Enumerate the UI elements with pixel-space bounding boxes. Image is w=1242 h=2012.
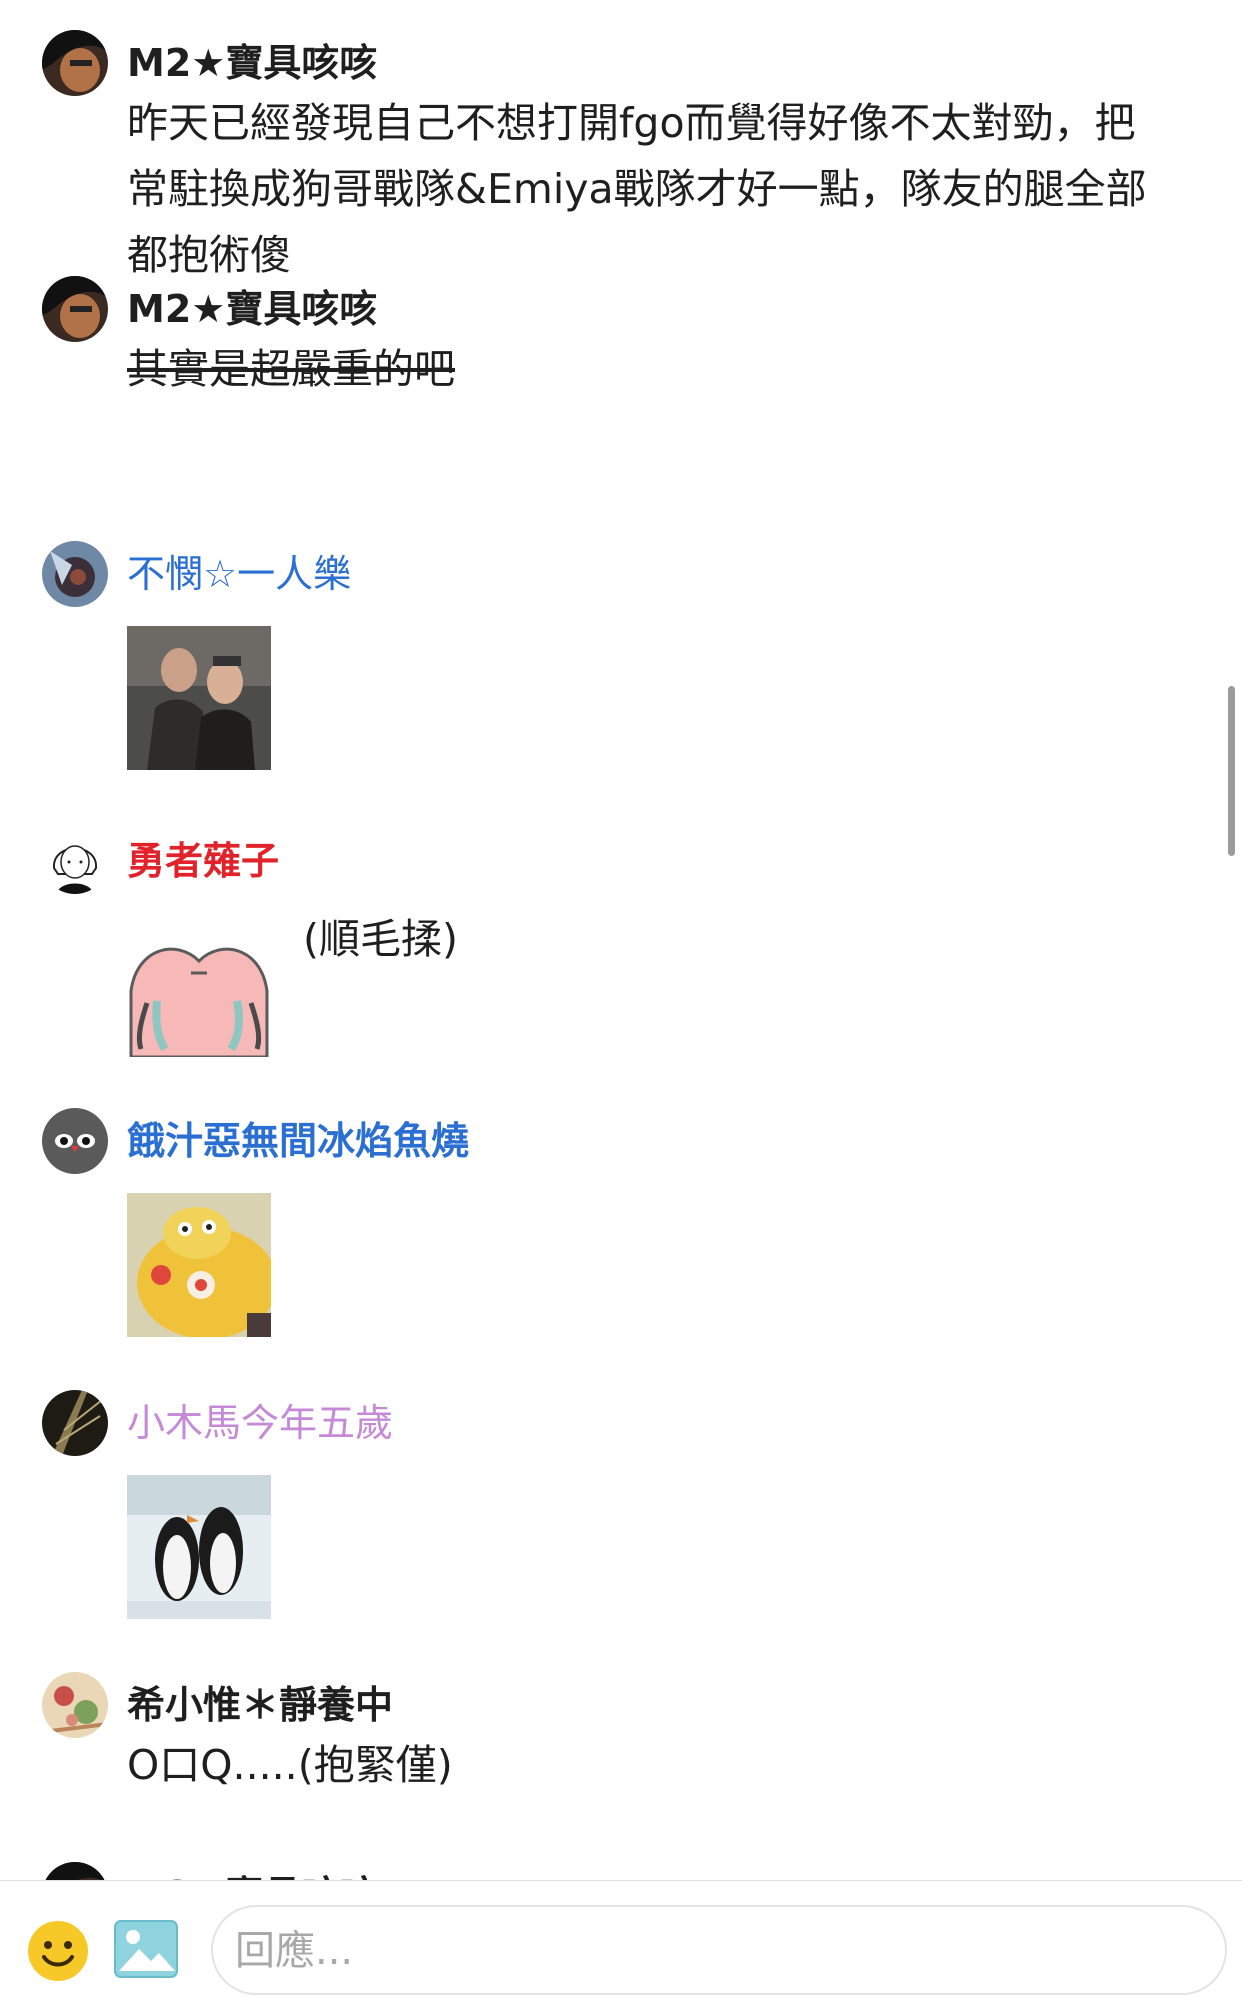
comment: M2★寶具咳咳 其實是超嚴重的吧: [0, 276, 1242, 396]
reply-input-box[interactable]: [211, 1905, 1227, 1995]
photo-two-men-sticker[interactable]: [127, 626, 271, 770]
reply-input[interactable]: [233, 1907, 1197, 1995]
avatar[interactable]: [42, 1108, 108, 1174]
comment-author[interactable]: 小木馬今年五歲: [127, 1390, 393, 1456]
comment-author[interactable]: 希小惟＊靜養中: [127, 1672, 393, 1738]
comment: M2★寶具咳咳 昨天已經發現自己不想打開fgo而覺得好像不太對勁，把常駐換成狗哥…: [0, 30, 1242, 279]
comment-feed[interactable]: M2★寶具咳咳 昨天已經發現自己不想打開fgo而覺得好像不太對勁，把常駐換成狗哥…: [0, 0, 1242, 1880]
avatar[interactable]: [42, 541, 108, 607]
comment: 小木馬今年五歲: [0, 1390, 1242, 1620]
comment-text: 其實是超嚴重的吧: [127, 345, 455, 393]
comment-text: 昨天已經發現自己不想打開fgo而覺得好像不太對勁，把常駐換成狗哥戰隊&Emiya…: [127, 99, 1147, 279]
comment: 希小惟＊靜養中 O口Q.....(抱緊僅): [0, 1672, 1242, 1812]
avatar[interactable]: [42, 1672, 108, 1738]
pink-blob-sticker[interactable]: [127, 913, 271, 1057]
comment: M2★寶具咳咳: [0, 1862, 1242, 1880]
reply-bar: [0, 1880, 1242, 2012]
comment: 不憫☆一人樂: [0, 541, 1242, 791]
smiley-face-icon[interactable]: [26, 1919, 90, 1983]
comment-author[interactable]: 餓汁惡無間冰焰魚燒: [127, 1108, 469, 1174]
avatar[interactable]: [42, 276, 108, 342]
yellow-bird-sticker[interactable]: [127, 1193, 271, 1337]
comment: 餓汁惡無間冰焰魚燒: [0, 1108, 1242, 1338]
comment-author[interactable]: M2★寶具咳咳: [127, 276, 377, 342]
comment-text: O口Q.....(抱緊僅): [127, 1741, 453, 1789]
comment-author[interactable]: M2★寶具咳咳: [127, 1862, 377, 1880]
comment: 勇者薙子 (順毛揉): [0, 828, 1242, 1058]
comment-author[interactable]: M2★寶具咳咳: [127, 30, 377, 96]
image-upload-icon[interactable]: [113, 1919, 179, 1979]
penguins-sticker[interactable]: [127, 1475, 271, 1619]
avatar[interactable]: [42, 1390, 108, 1456]
comment-text: (順毛揉): [303, 915, 458, 963]
scrollbar[interactable]: [1228, 686, 1235, 856]
comment-author[interactable]: 不憫☆一人樂: [127, 541, 351, 607]
avatar[interactable]: [42, 30, 108, 96]
avatar[interactable]: [42, 828, 108, 894]
comment-author[interactable]: 勇者薙子: [127, 828, 279, 894]
avatar[interactable]: [42, 1862, 108, 1880]
